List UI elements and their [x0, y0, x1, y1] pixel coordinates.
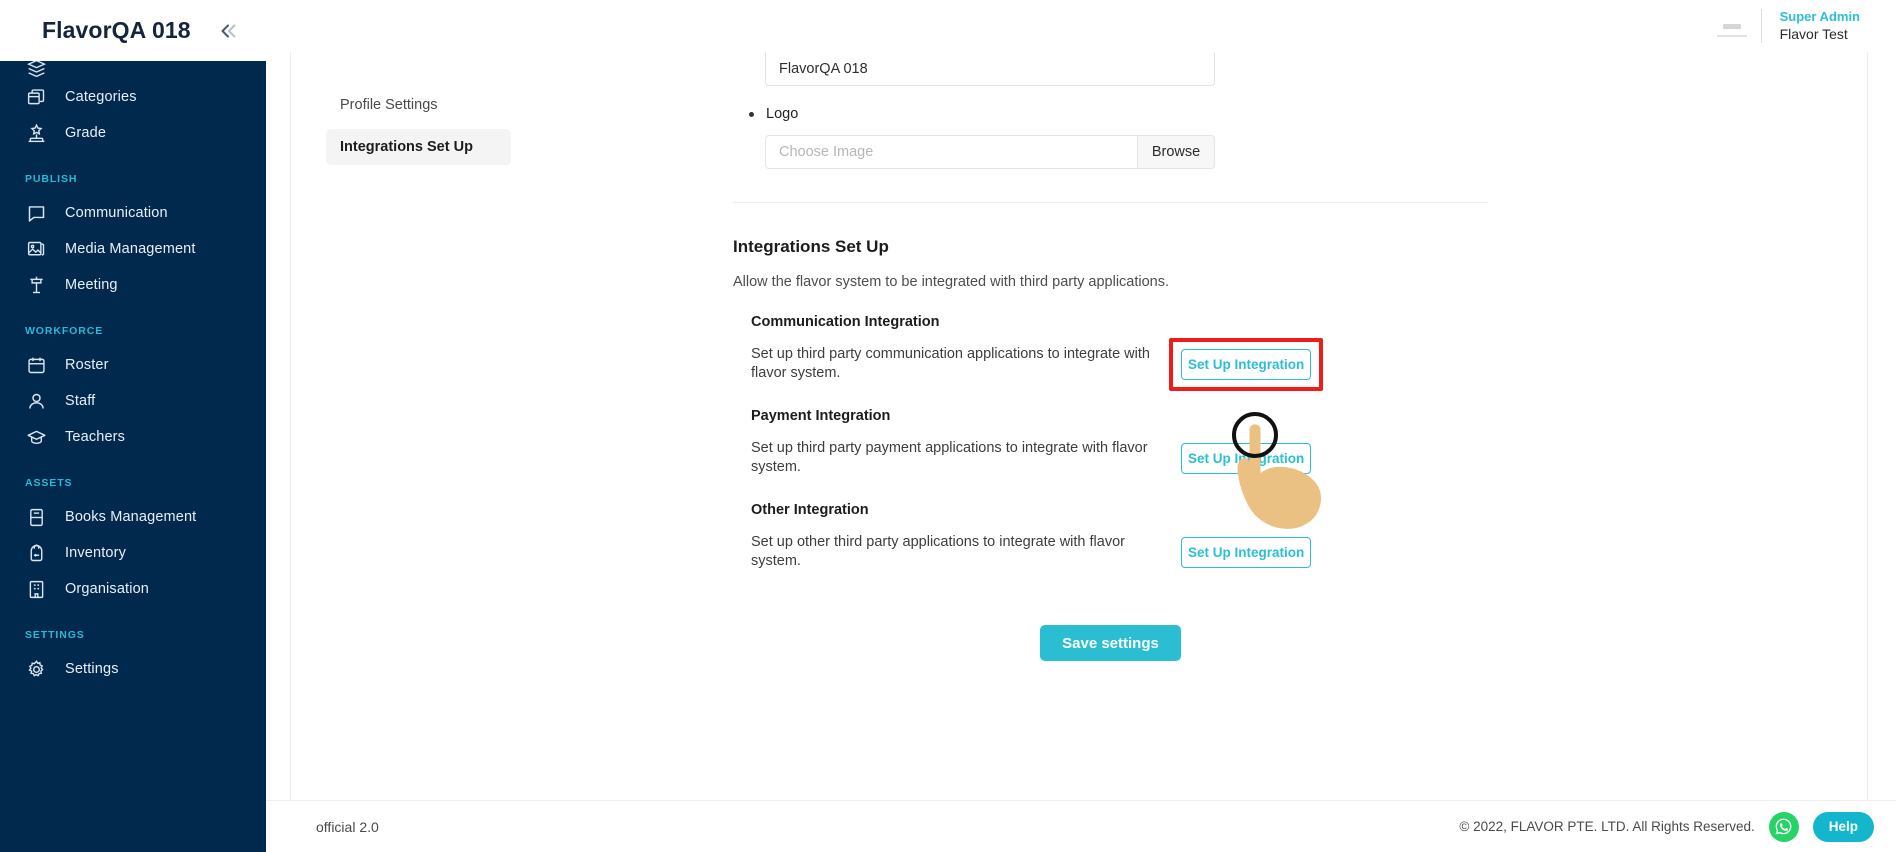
building-icon — [25, 578, 47, 600]
integration-row: Set up third party communication applica… — [751, 337, 1611, 391]
integration-title: Other Integration — [751, 502, 869, 518]
sidebar-item-teachers[interactable]: Teachers — [0, 419, 266, 455]
sidebar-section-publish: PUBLISH — [25, 173, 78, 185]
sidebar-item-label: Teachers — [65, 429, 126, 445]
media-icon — [25, 238, 47, 260]
integration-block: Communication Integration Set up third pa… — [751, 314, 1611, 391]
integration-button-cell: Set Up Integration — [1181, 442, 1311, 474]
sidebar-item-meeting[interactable]: Meeting — [0, 267, 266, 303]
integration-row: Set up other third party applications to… — [751, 532, 1611, 572]
footer-actions: © 2022, FLAVOR PTE. LTD. All Rights Rese… — [1459, 811, 1874, 842]
name-field-row — [765, 52, 1215, 86]
sidebar-section-assets: ASSETS — [25, 477, 73, 489]
sidebar-item-media-management[interactable]: Media Management — [0, 231, 266, 267]
settings-tabs: Profile Settings Integrations Set Up — [291, 52, 521, 800]
integration-button-cell: Set Up Integration — [1169, 337, 1323, 391]
set-up-integration-button[interactable]: Set Up Integration — [1181, 536, 1311, 568]
settings-card: Profile Settings Integrations Set Up Log… — [290, 52, 1868, 800]
calendar-icon — [25, 354, 47, 376]
integration-description: Set up other third party applications to… — [751, 533, 1125, 569]
section-divider — [733, 202, 1488, 203]
sidebar-section-workforce: WORKFORCE — [25, 325, 104, 337]
sidebar-item-organisation[interactable]: Organisation — [0, 571, 266, 607]
sidebar-item-grade[interactable]: Grade — [0, 115, 266, 151]
sidebar-item-settings[interactable]: Settings — [0, 651, 266, 687]
save-settings-button[interactable]: Save settings — [1040, 625, 1181, 661]
grade-icon — [25, 122, 47, 144]
logo-file-input[interactable] — [765, 135, 1137, 169]
integration-description: Set up third party communication applica… — [751, 345, 1150, 381]
sidebar-nav[interactable]: Categories Grade PUBLISH Communication Media… — [0, 61, 266, 852]
sidebar-item-label: Grade — [65, 125, 107, 141]
sidebar-item-label: Inventory — [65, 545, 126, 561]
chevron-double-left-icon[interactable] — [217, 20, 239, 42]
browse-button[interactable]: Browse — [1137, 135, 1215, 169]
sidebar-item-label: Media Management — [65, 241, 196, 257]
user-divider — [1760, 9, 1762, 43]
sidebar-item-label: Communication — [65, 205, 168, 221]
bullet-icon — [749, 111, 754, 117]
logo-file-row: Browse — [765, 135, 1215, 169]
sidebar-item-label: Roster — [65, 357, 109, 373]
sidebar-item-label: Books Management — [65, 509, 197, 525]
logo-label-row: Logo — [749, 106, 1867, 122]
chat-icon — [25, 202, 47, 224]
sidebar-item-inventory[interactable]: Inventory — [0, 535, 266, 571]
content-area: Profile Settings Integrations Set Up Log… — [266, 52, 1896, 800]
brand-title: FlavorQA 018 — [42, 17, 191, 43]
integrations-subtitle: Allow the flavor system to be integrated… — [733, 274, 1170, 290]
app-root: FlavorQA 018 Categories Grade PUBLISH Commu… — [0, 0, 1896, 852]
organisation-name-input[interactable] — [765, 52, 1215, 86]
user-role: Super Admin — [1779, 8, 1860, 24]
topbar: Super Admin Flavor Test — [266, 0, 1896, 52]
user-menu[interactable]: Super Admin Flavor Test — [1716, 8, 1860, 44]
tab-profile-settings[interactable]: Profile Settings — [326, 87, 511, 123]
integration-block: Payment Integration Set up third party pa… — [751, 408, 1611, 478]
sidebar: FlavorQA 018 Categories Grade PUBLISH Commu… — [0, 0, 266, 852]
sidebar-item-staff[interactable]: Staff — [0, 383, 266, 419]
gear-icon — [25, 658, 47, 680]
book-icon — [25, 506, 47, 528]
backpack-icon — [25, 542, 47, 564]
sidebar-item-label: Categories — [65, 89, 137, 105]
integration-button-cell: Set Up Integration — [1181, 536, 1311, 568]
save-row: Save settings — [733, 625, 1488, 661]
user-info: Super Admin Flavor Test — [1780, 8, 1860, 44]
sidebar-item-communication[interactable]: Communication — [0, 195, 266, 231]
user-icon — [25, 390, 47, 412]
footer: official 2.0 © 2022, FLAVOR PTE. LTD. Al… — [266, 800, 1896, 852]
user-name: Flavor Test — [1779, 26, 1848, 43]
tab-integrations-set-up[interactable]: Integrations Set Up — [326, 129, 511, 165]
integration-title: Communication Integration — [751, 314, 940, 330]
logo-label: Logo — [766, 106, 799, 122]
sidebar-item-books-management[interactable]: Books Management — [0, 499, 266, 535]
broken-image-avatar-icon — [1716, 13, 1747, 39]
set-up-integration-button[interactable]: Set Up Integration — [1181, 348, 1311, 380]
app-version: official 2.0 — [316, 818, 379, 835]
integration-row: Set up third party payment applications … — [751, 438, 1611, 478]
integrations-list: Communication Integration Set up third pa… — [751, 314, 1611, 572]
set-up-integration-button[interactable]: Set Up Integration — [1181, 442, 1311, 474]
whatsapp-icon[interactable] — [1768, 811, 1799, 842]
integration-block: Other Integration Set up other third part… — [751, 502, 1611, 572]
sidebar-header: FlavorQA 018 — [0, 0, 266, 61]
integration-title: Payment Integration — [751, 408, 891, 424]
integration-description: Set up third party payment applications … — [751, 439, 1148, 475]
sidebar-item-label: Organisation — [65, 581, 150, 597]
settings-form: Logo Browse Integrations Set Up Allow th… — [521, 52, 1867, 800]
sidebar-item-scrolled[interactable] — [0, 61, 266, 79]
graduation-cap-icon — [25, 426, 47, 448]
sidebar-item-label: Staff — [65, 393, 96, 409]
clipped-item-icon — [25, 61, 47, 79]
sidebar-section-settings: SETTINGS — [25, 629, 85, 641]
sidebar-item-label: Meeting — [65, 277, 118, 293]
help-button[interactable]: Help — [1812, 811, 1874, 842]
sidebar-item-roster[interactable]: Roster — [0, 347, 266, 383]
sidebar-item-label: Settings — [65, 661, 119, 677]
integrations-title: Integrations Set Up — [733, 237, 889, 256]
categories-icon — [25, 86, 47, 108]
copyright-text: © 2022, FLAVOR PTE. LTD. All Rights Rese… — [1459, 819, 1755, 834]
sidebar-item-categories[interactable]: Categories — [0, 79, 266, 115]
podium-icon — [25, 274, 47, 296]
